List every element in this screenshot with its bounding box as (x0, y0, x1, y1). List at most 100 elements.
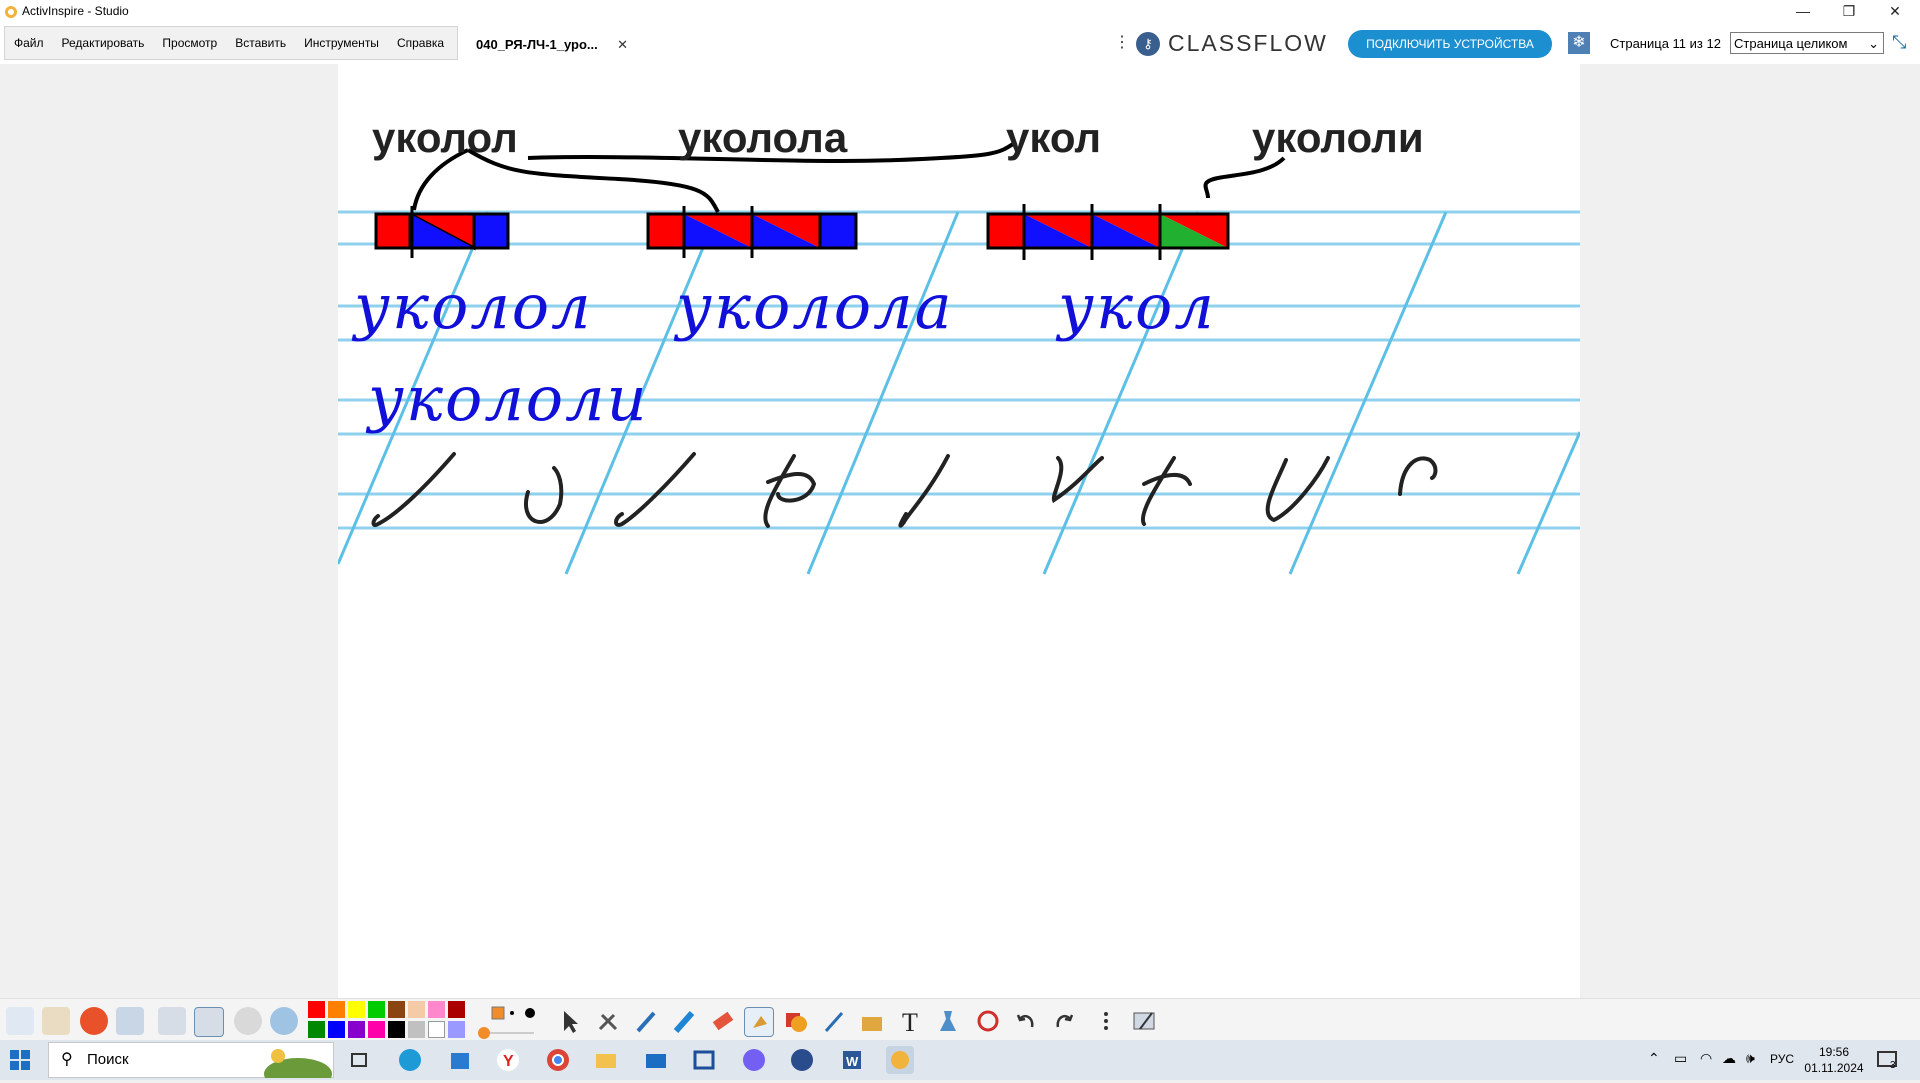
document-tab-label: 040_РЯ-ЛЧ-1_уро... (476, 37, 598, 52)
script-word-1[interactable]: уколол (354, 270, 593, 343)
flipchart-page[interactable]: уколол уколола укол укололи уколол уколо… (338, 64, 1580, 998)
printed-word-2[interactable]: уколола (678, 114, 847, 162)
device-icon[interactable]: ▭ (1674, 1050, 1687, 1067)
main-menu-icon[interactable] (6, 1007, 34, 1035)
task-view-icon[interactable] (346, 1046, 374, 1074)
color-swatch[interactable] (328, 1021, 345, 1038)
play-icon[interactable] (234, 1007, 262, 1035)
next-page-icon[interactable] (194, 1007, 224, 1037)
activinspire-taskbar-icon[interactable] (886, 1046, 914, 1074)
taskbar: ⚲ Поиск Y W ⌃ ▭ ◠ ☁ 🕪 РУС 19:56 01.11.20… (0, 1040, 1920, 1083)
color-swatch[interactable] (408, 1021, 425, 1038)
store-icon[interactable] (446, 1046, 474, 1074)
close-window-button[interactable]: ✕ (1872, 0, 1918, 22)
mail-icon[interactable] (642, 1046, 670, 1074)
printed-word-1[interactable]: уколол (372, 114, 518, 162)
notifications-icon[interactable]: 3 (1876, 1048, 1900, 1072)
inbox-app-icon[interactable] (690, 1046, 718, 1074)
word-icon[interactable]: W (838, 1046, 866, 1074)
globe-icon[interactable] (270, 1007, 298, 1035)
color-swatch[interactable] (448, 1001, 465, 1018)
show-hidden-icons-icon[interactable]: ⌃ (1648, 1050, 1660, 1067)
menu-file[interactable]: Файл (5, 36, 53, 50)
text-icon[interactable]: T (896, 1007, 924, 1037)
chrome-icon[interactable] (544, 1046, 572, 1074)
menu-help[interactable]: Справка (388, 36, 453, 50)
restore-button[interactable]: ❐ (1826, 0, 1872, 22)
menu-tools[interactable]: Инструменты (295, 36, 388, 50)
fullscreen-icon[interactable]: ⤡ (1892, 32, 1906, 53)
printed-word-4[interactable]: укололи (1252, 114, 1424, 162)
sound-scheme-2 (646, 206, 858, 258)
zoom-select[interactable]: Страница целиком ⌄ (1730, 32, 1884, 54)
cloud-icon[interactable]: ☁ (1722, 1050, 1736, 1067)
color-swatch[interactable] (388, 1001, 405, 1018)
color-swatch[interactable] (428, 1021, 445, 1038)
highlighter-icon[interactable] (670, 1007, 698, 1035)
eraser-icon[interactable] (708, 1007, 736, 1035)
script-word-3[interactable]: укол (1058, 270, 1216, 343)
zoom-select-value: Страница целиком (1734, 36, 1848, 51)
desktop-annotate-icon[interactable] (116, 1007, 144, 1035)
pen-width-selector[interactable] (478, 1003, 538, 1039)
svg-text:Y: Y (503, 1053, 514, 1070)
customize-toolbox-icon[interactable] (1130, 1007, 1158, 1035)
color-swatch[interactable] (388, 1021, 405, 1038)
color-swatch[interactable] (348, 1021, 365, 1038)
connector-icon[interactable] (820, 1007, 848, 1035)
window-title: ActivInspire - Studio (22, 4, 129, 18)
printed-word-3[interactable]: укол (1006, 114, 1101, 162)
windows-start-icon[interactable] (10, 1050, 30, 1070)
menu-bar: Файл Редактировать Просмотр Вставить Инс… (4, 26, 458, 60)
edge-icon[interactable] (396, 1046, 424, 1074)
color-swatch[interactable] (368, 1001, 385, 1018)
connect-devices-button[interactable]: ПОДКЛЮЧИТЬ УСТРОЙСТВА (1348, 30, 1552, 58)
previous-page-icon[interactable] (158, 1007, 186, 1035)
astra-app-icon[interactable] (788, 1046, 816, 1074)
activinspire-app-icon (4, 4, 18, 18)
menu-insert[interactable]: Вставить (226, 36, 295, 50)
pen-color-icon[interactable] (80, 1007, 108, 1035)
more-options-icon[interactable]: ⋮ (1114, 32, 1130, 52)
clock-time: 19:56 (1818, 1045, 1850, 1059)
minimize-button[interactable]: — (1780, 0, 1826, 22)
language-indicator[interactable]: РУС (1770, 1052, 1794, 1066)
color-swatch[interactable] (408, 1001, 425, 1018)
close-tab-icon[interactable]: ✕ (617, 28, 628, 62)
select-arrow-icon[interactable] (556, 1007, 584, 1035)
color-swatch[interactable] (308, 1021, 325, 1038)
file-explorer-icon[interactable] (592, 1046, 620, 1074)
shapes-icon[interactable] (782, 1007, 810, 1035)
pen-icon[interactable] (632, 1007, 660, 1035)
reset-page-icon[interactable] (974, 1007, 1002, 1035)
viber-icon[interactable] (740, 1046, 768, 1074)
color-swatch[interactable] (308, 1001, 325, 1018)
fill-icon[interactable] (744, 1007, 774, 1037)
clear-icon[interactable] (934, 1007, 962, 1035)
more-tools-icon[interactable] (1092, 1007, 1120, 1035)
clock[interactable]: 19:56 01.11.2024 (1794, 1044, 1874, 1076)
classflow-logo: CLASSFLOW (1168, 30, 1328, 56)
color-swatch[interactable] (428, 1001, 445, 1018)
weather-widget-icon[interactable] (258, 1044, 332, 1083)
color-swatch[interactable] (348, 1001, 365, 1018)
script-word-4[interactable]: укололи (368, 362, 649, 435)
classflow-lock-icon[interactable]: ⚷ (1136, 32, 1160, 56)
document-tab[interactable]: 040_РЯ-ЛЧ-1_уро... ✕ (460, 28, 640, 62)
menu-view[interactable]: Просмотр (153, 36, 226, 50)
volume-icon[interactable]: 🕪 (1746, 1050, 1755, 1067)
letter-elements (371, 452, 1438, 528)
tools-icon[interactable] (594, 1007, 622, 1035)
resource-library-icon[interactable] (858, 1007, 886, 1035)
color-swatch[interactable] (448, 1021, 465, 1038)
snowflake-icon[interactable]: ❄ (1568, 32, 1590, 54)
script-word-2[interactable]: уколола (676, 270, 954, 343)
color-swatch[interactable] (368, 1021, 385, 1038)
yandex-browser-icon[interactable]: Y (494, 1046, 522, 1074)
redo-icon[interactable] (1050, 1007, 1078, 1035)
wifi-icon[interactable]: ◠ (1700, 1050, 1712, 1067)
color-swatch[interactable] (328, 1001, 345, 1018)
menu-edit[interactable]: Редактировать (53, 36, 154, 50)
undo-icon[interactable] (1012, 1007, 1040, 1035)
browsers-icon[interactable] (42, 1007, 70, 1035)
